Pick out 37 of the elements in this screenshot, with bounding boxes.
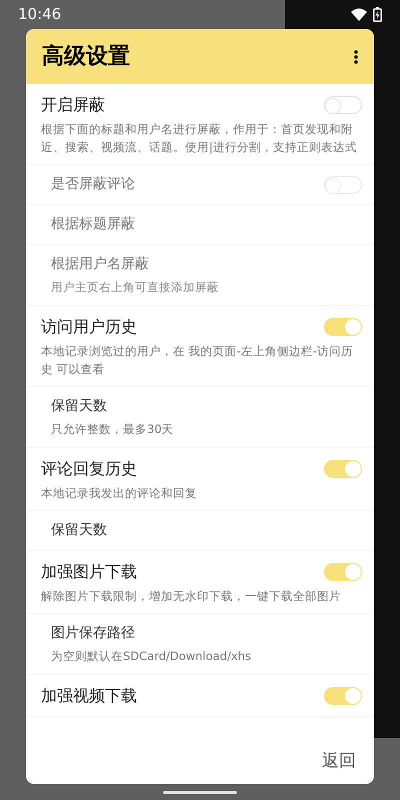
setting-row[interactable]: 加强图片下载 解除图片下载限制，增加无水印下载，一键下载全部图片 [26, 551, 374, 614]
setting-title: 保留天数 [51, 521, 107, 540]
setting-row[interactable]: 加强视频下载 [26, 675, 374, 717]
setting-description: 本地记录浏览过的用户，在 我的页面-左上角侧边栏-访问历史 可以查看 [41, 343, 354, 378]
toggle-switch[interactable] [324, 687, 362, 705]
setting-row[interactable]: 开启屏蔽 根据下面的标题和用户名进行屏蔽，作用于：首页发现和附近、搜索、视频流、话题。使用|进行分割，支持正则表达式 [26, 84, 374, 165]
toggle-switch[interactable] [324, 318, 362, 336]
setting-description: 解除图片下载限制，增加无水印下载，一键下载全部图片 [41, 588, 342, 605]
setting-description: 根据下面的标题和用户名进行屏蔽，作用于：首页发现和附近、搜索、视频流、话题。使用|进行分割，支持正则表达式 [41, 121, 358, 156]
setting-description: 本地记录我发出的评论和回复 [41, 485, 198, 502]
setting-title: 加强图片下载 [41, 561, 137, 583]
dialog-title: 高级设置 [42, 42, 130, 71]
toggle-switch[interactable] [324, 563, 362, 581]
setting-row[interactable]: 图片保存路径 为空则默认在SDCard/Download/xhs [26, 614, 374, 675]
setting-title: 图片保存路径 [51, 624, 135, 643]
back-button[interactable]: 返回 [320, 748, 358, 774]
setting-row[interactable]: 访问用户历史 本地记录浏览过的用户，在 我的页面-左上角侧边栏-访问历史 可以查看 [26, 306, 374, 387]
setting-row[interactable]: 保留天数 只允许整数，最多30天 [26, 387, 374, 448]
setting-title: 根据标题屏蔽 [51, 215, 135, 234]
setting-title: 评论回复历史 [41, 458, 137, 480]
toggle-switch[interactable] [324, 460, 362, 478]
status-time: 10:46 [18, 4, 62, 26]
setting-title: 开启屏蔽 [41, 94, 105, 116]
setting-title: 访问用户历史 [41, 316, 137, 338]
setting-description: 为空则默认在SDCard/Download/xhs [51, 648, 252, 665]
setting-title: 根据用户名屏蔽 [51, 255, 149, 274]
setting-row[interactable]: 评论回复历史 本地记录我发出的评论和回复 [26, 448, 374, 511]
setting-title: 保留天数 [51, 397, 107, 416]
more-icon[interactable] [354, 50, 358, 64]
setting-row[interactable]: 保留天数 [26, 511, 374, 551]
battery-icon [373, 7, 382, 22]
setting-title: 是否屏蔽评论 [51, 175, 135, 194]
setting-description: 只允许整数，最多30天 [51, 421, 175, 438]
setting-description: 用户主页右上角可直接添加屏蔽 [51, 279, 220, 296]
toggle-switch[interactable] [324, 96, 362, 114]
setting-title: 加强视频下载 [41, 685, 137, 707]
wifi-icon [351, 8, 367, 21]
